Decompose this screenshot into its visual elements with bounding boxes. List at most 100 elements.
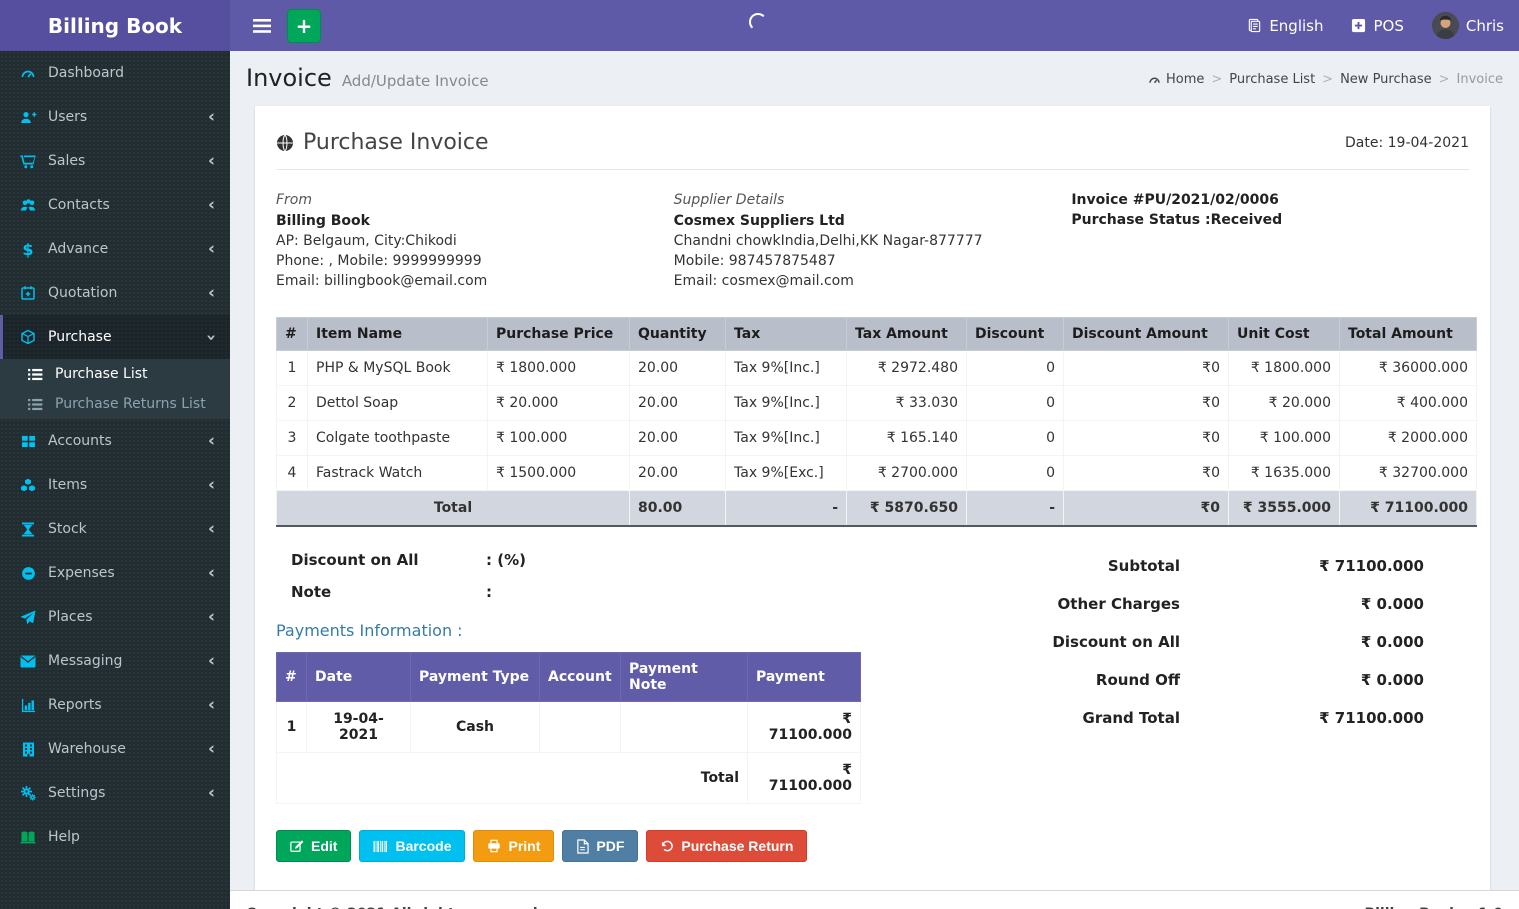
invoice-lower-left: Discount on All : (%) Note : Payments In… xyxy=(276,551,876,804)
dashboard-icon xyxy=(18,65,38,81)
chevron-left-icon: ‹ xyxy=(207,430,215,451)
user-plus-icon xyxy=(18,110,38,125)
printer-icon xyxy=(487,839,501,853)
sidebar-item-reports[interactable]: Reports ‹ xyxy=(0,683,230,727)
sidebar-item-places[interactable]: Places ‹ xyxy=(0,595,230,639)
pay-col-payment: Payment xyxy=(747,652,861,702)
add-new-button[interactable]: + xyxy=(287,8,321,43)
sidebar-item-quotation[interactable]: Quotation ‹ xyxy=(0,271,230,315)
page-subtitle: Add/Update Invoice xyxy=(341,72,489,90)
cube-icon xyxy=(18,329,38,345)
topnav-right: English POS Chris xyxy=(1247,12,1504,39)
sidebar-item-messaging[interactable]: Messaging ‹ xyxy=(0,639,230,683)
items-table: # Item Name Purchase Price Quantity Tax … xyxy=(276,317,1477,527)
sidebar-item-dashboard[interactable]: Dashboard xyxy=(0,51,230,95)
items-table-header-row: # Item Name Purchase Price Quantity Tax … xyxy=(276,317,1477,351)
col-discount-amount: Discount Amount xyxy=(1063,317,1229,351)
total-tax: - xyxy=(725,490,847,527)
total-unit-cost: ₹ 3555.000 xyxy=(1228,490,1340,527)
user-menu[interactable]: Chris xyxy=(1431,12,1504,39)
sidebar-item-sales[interactable]: Sales ‹ xyxy=(0,139,230,183)
pay-col-index: # xyxy=(276,652,307,702)
breadcrumb-separator: > xyxy=(1211,72,1223,87)
sidebar-item-help[interactable]: Help xyxy=(0,815,230,859)
totals-summary: Subtotal ₹ 71100.000 Other Charges ₹ 0.0… xyxy=(876,551,1469,804)
breadcrumb-home[interactable]: Home xyxy=(1148,72,1204,87)
building-icon xyxy=(18,742,38,757)
from-email: Email: billingbook@email.com xyxy=(276,273,488,289)
grid-icon xyxy=(18,434,38,449)
pdf-button[interactable]: PDF xyxy=(562,830,639,862)
sidebar-subitem-purchase-list[interactable]: Purchase List xyxy=(0,359,230,389)
sidebar-item-stock[interactable]: Stock ‹ xyxy=(0,507,230,551)
payments-total-row: Total ₹ 71100.000 xyxy=(276,752,861,804)
hourglass-icon xyxy=(18,522,38,537)
note-line: Note : xyxy=(276,583,876,601)
language-menu[interactable]: English xyxy=(1247,17,1323,35)
cubes-icon xyxy=(18,478,38,493)
sidebar-item-settings[interactable]: Settings ‹ xyxy=(0,771,230,815)
envelope-icon xyxy=(18,655,38,668)
gears-icon xyxy=(18,785,38,801)
sidebar-item-users[interactable]: Users ‹ xyxy=(0,95,230,139)
hamburger-menu-icon[interactable] xyxy=(245,0,279,51)
breadcrumb-purchase-list[interactable]: Purchase List xyxy=(1229,72,1315,87)
breadcrumb-new-purchase[interactable]: New Purchase xyxy=(1340,72,1432,87)
sidebar-item-accounts[interactable]: Accounts ‹ xyxy=(0,419,230,463)
payments-heading: Payments Information : xyxy=(276,621,463,640)
chevron-left-icon: ‹ xyxy=(207,282,215,303)
col-quantity: Quantity xyxy=(629,317,726,351)
dollar-icon: $ xyxy=(22,239,34,259)
purchase-return-button[interactable]: Purchase Return xyxy=(646,830,808,862)
items-total-label: Total xyxy=(276,490,630,527)
sidebar-item-items[interactable]: Items ‹ xyxy=(0,463,230,507)
sidebar-item-warehouse[interactable]: Warehouse ‹ xyxy=(0,727,230,771)
book-icon xyxy=(18,830,38,844)
chevron-left-icon: ‹ xyxy=(207,106,215,127)
pos-menu[interactable]: POS xyxy=(1351,17,1404,35)
sidebar-item-contacts[interactable]: Contacts ‹ xyxy=(0,183,230,227)
supplier-label: Supplier Details xyxy=(673,192,785,208)
from-name: Billing Book xyxy=(276,213,370,229)
chevron-left-icon: ‹ xyxy=(207,150,215,171)
invoice-number: Invoice #PU/2021/02/0006 xyxy=(1071,192,1279,208)
edit-button[interactable]: Edit xyxy=(276,830,352,862)
summary-round-off: Round Off ₹ 0.000 xyxy=(1095,671,1424,689)
breadcrumb: Home > Purchase List > New Purchase > In… xyxy=(1148,72,1503,87)
note-label: Note xyxy=(291,583,332,601)
avatar xyxy=(1431,12,1459,39)
chevron-left-icon: ‹ xyxy=(207,518,215,539)
user-name: Chris xyxy=(1465,16,1504,35)
supplier-mobile: Mobile: 987457875487 xyxy=(673,253,836,269)
table-row: 1 PHP & MySQL Book ₹ 1800.000 20.00 Tax … xyxy=(276,350,1477,386)
sidebar: Dashboard Users ‹ Sales ‹ Contacts ‹ $ A… xyxy=(0,51,230,909)
chevron-left-icon: ‹ xyxy=(207,738,215,759)
col-item-name: Item Name xyxy=(307,317,488,351)
total-discount-amount: ₹0 xyxy=(1063,490,1229,527)
brand-logo[interactable]: Billing Book xyxy=(0,0,230,51)
purchase-invoice-card: Purchase Invoice Date: 19-04-2021 From B… xyxy=(255,106,1490,890)
discount-on-all-value: : (%) xyxy=(486,551,526,569)
top-navbar: Billing Book + English POS Chris xyxy=(0,0,1519,51)
loading-spinner xyxy=(749,13,767,31)
language-label: English xyxy=(1269,16,1324,35)
total-amount: ₹ 71100.000 xyxy=(1339,490,1477,527)
invoice-lower-section: Discount on All : (%) Note : Payments In… xyxy=(276,551,1469,804)
chevron-down-icon: ‹ xyxy=(200,333,221,341)
globe-icon xyxy=(276,134,294,152)
chevron-left-icon: ‹ xyxy=(207,650,215,671)
undo-icon xyxy=(660,839,674,853)
print-button[interactable]: Print xyxy=(473,830,555,862)
sidebar-item-expenses[interactable]: Expenses ‹ xyxy=(0,551,230,595)
sidebar-subitem-purchase-returns-list[interactable]: Purchase Returns List xyxy=(0,389,230,419)
barcode-button[interactable]: Barcode xyxy=(359,830,466,862)
summary-discount-on-all: Discount on All ₹ 0.000 xyxy=(1052,633,1424,651)
supplier-name: Cosmex Suppliers Ltd xyxy=(673,213,845,229)
sidebar-item-purchase[interactable]: Purchase ‹ xyxy=(0,315,230,359)
invoice-date: Date: 19-04-2021 xyxy=(1345,134,1469,151)
pay-col-date: Date xyxy=(306,652,411,702)
sidebar-item-advance[interactable]: $ Advance ‹ xyxy=(0,227,230,271)
page-header: Invoice Add/Update Invoice Home > Purcha… xyxy=(230,51,1519,104)
invoice-parties: From Billing Book AP: Belgaum, City:Chik… xyxy=(276,190,1469,291)
chevron-left-icon: ‹ xyxy=(207,238,215,259)
